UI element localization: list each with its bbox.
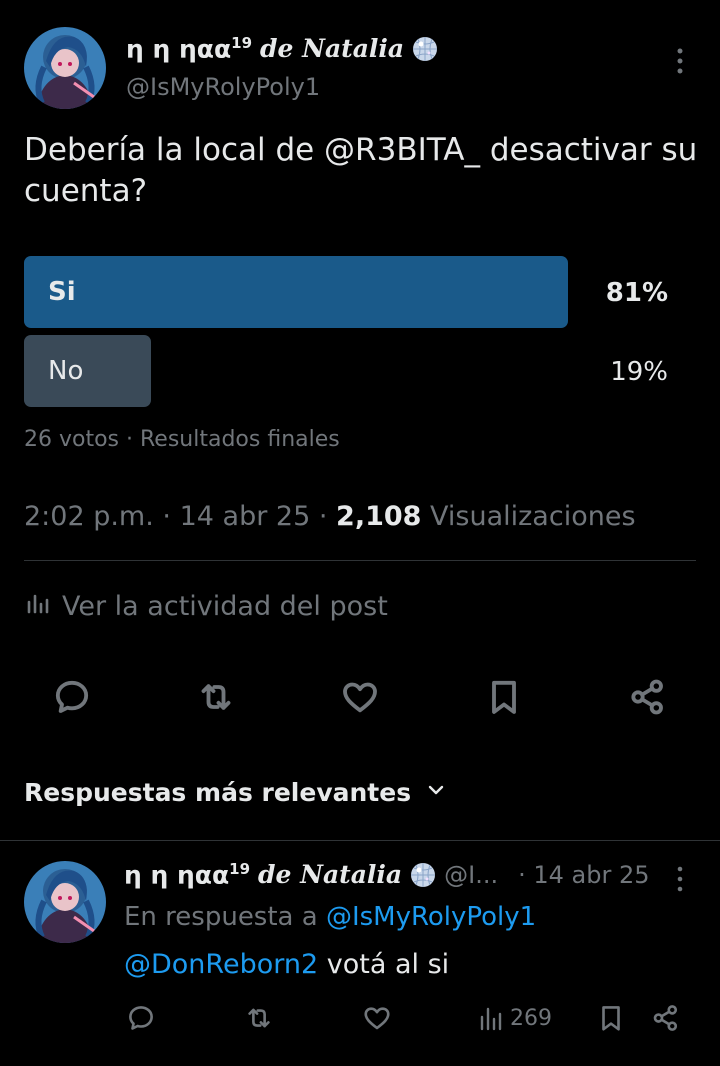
author-name-script: de Natalia: [260, 34, 405, 64]
reply-bookmark-button[interactable]: [596, 1003, 626, 1033]
replies-section-title: Respuestas más relevantes: [24, 778, 412, 807]
like-icon: [364, 1007, 390, 1030]
reply-author-name-prefix: η η ηαα: [124, 860, 230, 890]
share-button[interactable]: [626, 675, 670, 719]
in-reply-to: En respuesta a @IsMyRolyPoly1: [124, 902, 536, 932]
views-label: Visualizaciones: [430, 501, 636, 532]
author-name-sup: 19: [231, 34, 253, 52]
reply-button[interactable]: [50, 675, 94, 719]
bookmark-icon: [602, 1006, 620, 1031]
author-avatar[interactable]: [24, 27, 106, 109]
share-icon: [653, 1005, 678, 1031]
like-icon: [343, 682, 377, 713]
chevron-down-icon: [425, 778, 447, 807]
poll-option-label: No: [48, 356, 84, 386]
author-name[interactable]: η η ηαα19 de Natalia: [126, 34, 438, 63]
mention-link[interactable]: @DonReborn2: [124, 949, 318, 980]
in-reply-prefix: En respuesta a: [124, 902, 318, 932]
reply-reply-button[interactable]: [126, 1003, 156, 1033]
reply-views-button[interactable]: 269: [478, 1003, 552, 1033]
poll-option-percent: 81%: [605, 278, 668, 308]
reply-more-options-icon[interactable]: [670, 864, 690, 894]
reply-share-button[interactable]: [651, 1003, 681, 1033]
disco-ball-icon: [410, 862, 436, 888]
divider: [0, 840, 720, 841]
bookmark-button[interactable]: [482, 675, 526, 719]
reply-header: η η ηαα19 de Natalia @I... · 14 abr 25: [124, 860, 650, 889]
author-name-prefix: η η ηαα: [126, 34, 232, 64]
reply-icon: [55, 680, 89, 713]
reply-author-avatar[interactable]: [24, 861, 106, 943]
reply-text: @DonReborn2 votá al si: [124, 949, 449, 980]
post-timestamp: 2:02 p.m. · 14 abr 25 · 2,108 Visualizac…: [24, 501, 636, 532]
analytics-icon: [24, 590, 50, 623]
reply-views-count: 269: [510, 1005, 552, 1031]
poll-option-si: Si: [24, 256, 568, 328]
like-button[interactable]: [338, 675, 382, 719]
poll-meta: 26 votos · Resultados finales: [24, 427, 340, 452]
bookmark-icon: [492, 680, 516, 714]
reply-repost-button[interactable]: [244, 1003, 274, 1033]
analytics-icon: [480, 1007, 502, 1031]
poll-option-no: No: [24, 335, 151, 407]
divider: [24, 560, 696, 561]
post-time[interactable]: 2:02 p.m.: [24, 501, 154, 532]
repost-icon: [248, 1008, 270, 1028]
poll-option-label: Si: [48, 277, 76, 307]
in-reply-handle-link[interactable]: @IsMyRolyPoly1: [326, 902, 536, 932]
disco-ball-icon: [412, 36, 438, 62]
reply-body: votá al si: [326, 949, 450, 980]
reply-date[interactable]: · 14 abr 25: [518, 861, 649, 889]
replies-sort-dropdown[interactable]: Respuestas más relevantes: [24, 778, 447, 807]
reply-author-name[interactable]: η η ηαα19 de Natalia: [124, 860, 436, 889]
post-date[interactable]: 14 abr 25: [180, 501, 311, 532]
activity-label: Ver la actividad del post: [62, 591, 388, 622]
share-icon: [631, 679, 663, 715]
post-activity-link[interactable]: Ver la actividad del post: [24, 590, 388, 623]
views-count: 2,108: [336, 501, 422, 532]
post-text: Debería la local de @R3BITA_ desactivar …: [24, 132, 698, 209]
repost-icon: [201, 684, 231, 710]
reply-author-name-script: de Natalia: [258, 860, 403, 890]
reply-like-button[interactable]: [362, 1003, 392, 1033]
repost-button[interactable]: [194, 675, 238, 719]
more-options-icon[interactable]: [670, 46, 690, 76]
reply-author-name-sup: 19: [229, 860, 251, 878]
reply-author-handle[interactable]: @I...: [444, 861, 498, 889]
author-handle[interactable]: @IsMyRolyPoly1: [126, 73, 320, 101]
reply-icon: [129, 1006, 153, 1030]
poll-option-percent: 19%: [610, 357, 668, 387]
